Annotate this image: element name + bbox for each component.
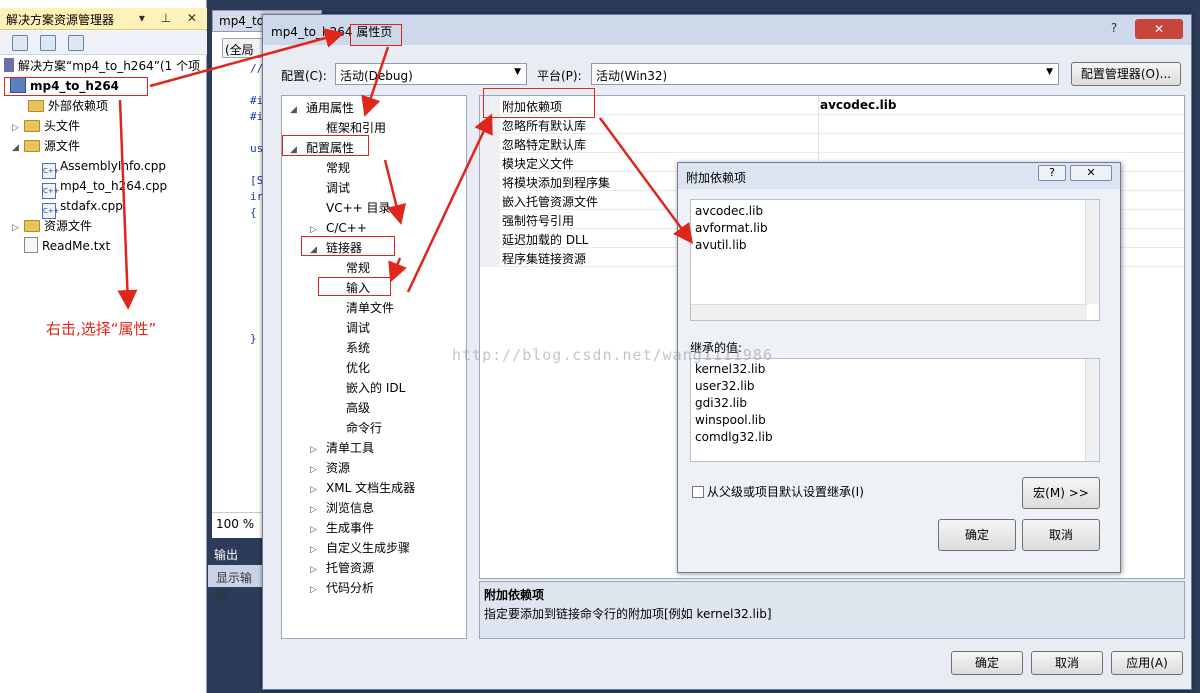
arrow — [361, 46, 390, 117]
arrow — [598, 117, 693, 245]
arrow — [383, 159, 407, 225]
arrow — [117, 99, 138, 310]
arrow — [388, 257, 407, 283]
arrow — [149, 28, 345, 88]
annotation-arrows — [117, 28, 693, 310]
arrow — [406, 113, 493, 293]
